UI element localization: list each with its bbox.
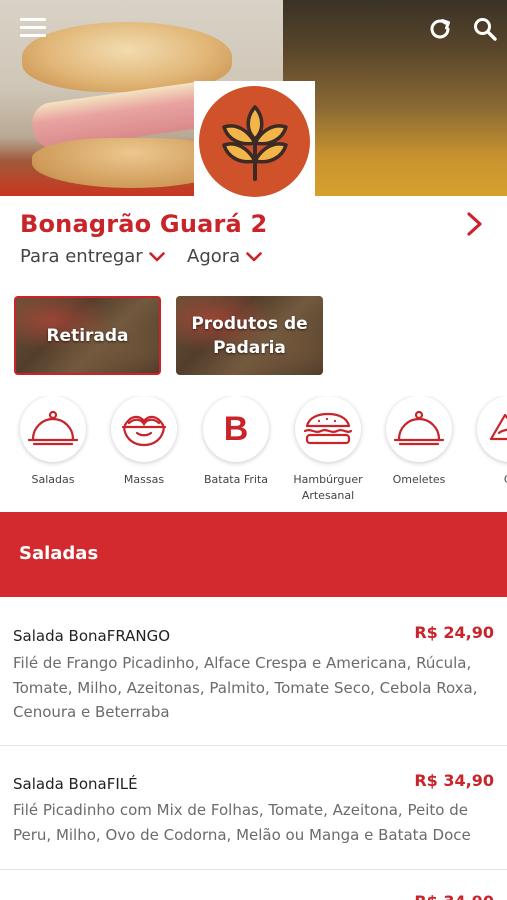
tile-retirada[interactable]: Retirada (14, 296, 161, 375)
product-name: Salada BonaFILÉ (13, 775, 138, 793)
store-name: Bonagrão Guará 2 (20, 210, 268, 238)
section-header: Saladas (0, 512, 507, 597)
delivery-mode-label: Para entregar (20, 246, 143, 267)
product-item[interactable]: R$ 34,90 (0, 870, 507, 900)
time-dropdown[interactable]: Agora (187, 246, 262, 267)
category-batata-frita[interactable]: B Batata Frita (191, 396, 281, 488)
tile-label: Produtos de Padaria (191, 313, 308, 358)
refresh-icon[interactable] (427, 16, 453, 42)
section-title: Saladas (19, 543, 99, 564)
product-item[interactable]: Salada BonaFILÉ R$ 34,90 Filé Picadinho … (0, 746, 507, 870)
wheat-logo-icon (221, 104, 288, 181)
category-massas[interactable]: Massas (99, 396, 189, 488)
category-omeletes[interactable]: Omeletes (374, 396, 464, 488)
product-name: Salada BonaFRANGO (13, 627, 171, 645)
tile-produtos-de-padaria[interactable]: Produtos de Padaria (176, 296, 323, 375)
product-price: R$ 34,90 (414, 892, 494, 900)
crepe-icon (489, 413, 507, 441)
chevron-down-icon (148, 251, 165, 261)
category-carousel[interactable]: Saladas Massas B Batata Frita Hambúrguer… (0, 396, 507, 508)
hamburger-menu-icon[interactable] (20, 18, 46, 38)
product-price: R$ 34,90 (414, 771, 494, 790)
search-icon[interactable] (472, 16, 498, 42)
category-label: Saladas (31, 473, 75, 486)
category-saladas[interactable]: Saladas (8, 396, 98, 488)
product-description: Filé de Frango Picadinho, Alface Crespa … (13, 654, 478, 721)
category-label: Omeletes (392, 473, 446, 486)
time-label: Agora (187, 246, 241, 267)
tile-label: Retirada (46, 325, 129, 346)
sandwich-icon (303, 412, 353, 445)
product-item[interactable]: Salada BonaFRANGO R$ 24,90 Filé de Frang… (0, 597, 507, 746)
cloche-icon (27, 410, 79, 446)
category-label: Massas (123, 473, 165, 486)
letter-b-icon: B (223, 409, 249, 448)
cloche-icon (393, 410, 445, 446)
category-crepes[interactable]: Cr (465, 396, 507, 488)
category-label: Batata Frita (203, 473, 269, 486)
chevron-down-icon (246, 251, 262, 261)
product-description: Filé Picadinho com Mix de Folhas, Tomate… (13, 801, 471, 844)
noodles-bowl-icon (121, 415, 167, 447)
product-price: R$ 24,90 (414, 623, 494, 642)
chevron-right-icon[interactable] (462, 210, 486, 238)
category-hamburguer-artesanal[interactable]: Hambúrguer Artesanal (283, 396, 373, 504)
store-logo (194, 81, 315, 202)
category-label: Hambúrguer Artesanal (293, 473, 363, 502)
category-label: Cr (465, 472, 507, 488)
delivery-mode-dropdown[interactable]: Para entregar (20, 246, 165, 267)
